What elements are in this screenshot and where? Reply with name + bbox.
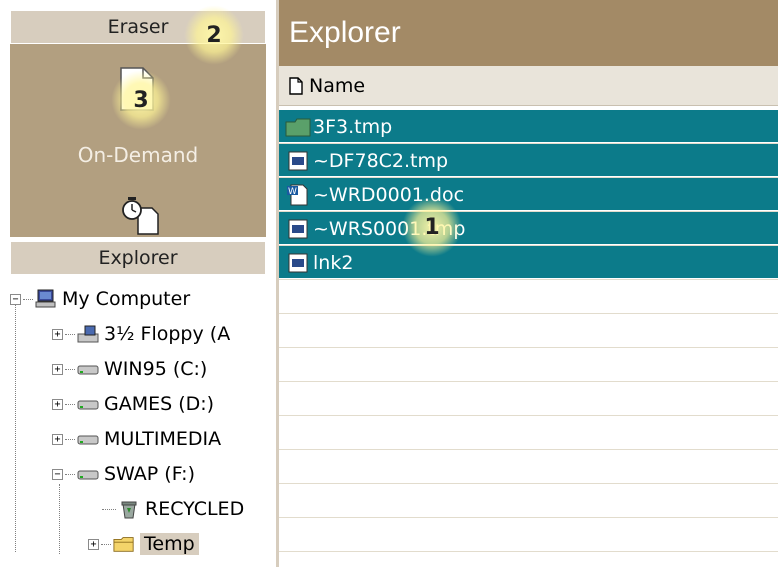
collapse-toggle[interactable]: − bbox=[10, 293, 21, 305]
expand-toggle[interactable]: + bbox=[52, 398, 63, 410]
empty-row bbox=[279, 382, 778, 416]
hard-drive-icon bbox=[77, 359, 99, 379]
callout-number: 1 bbox=[424, 214, 440, 240]
column-doc-icon bbox=[289, 76, 303, 95]
column-label: Name bbox=[309, 74, 366, 97]
file-icon bbox=[285, 149, 311, 173]
callout-number: 3 bbox=[133, 87, 149, 113]
scheduler-icon[interactable] bbox=[118, 194, 162, 241]
folder-icon bbox=[113, 534, 135, 554]
on-demand-label[interactable]: On-Demand bbox=[10, 143, 266, 167]
tree-item-multimedia[interactable]: + MULTIMEDIA bbox=[52, 424, 221, 454]
tree-item-floppy[interactable]: + 3½ Floppy (A bbox=[52, 319, 230, 349]
explorer-header-label: Explorer bbox=[98, 247, 178, 269]
file-row[interactable]: W ~WRD0001.doc bbox=[279, 178, 778, 212]
file-icon bbox=[285, 251, 311, 275]
file-row[interactable]: lnk2 bbox=[279, 246, 778, 280]
tree-label: 3½ Floppy (A bbox=[104, 323, 231, 345]
empty-row bbox=[279, 348, 778, 382]
name-column-header[interactable]: Name bbox=[279, 66, 778, 106]
callout-number: 2 bbox=[206, 22, 222, 48]
hard-drive-icon bbox=[77, 394, 99, 414]
panel-title: Explorer bbox=[279, 0, 778, 66]
expand-toggle[interactable]: + bbox=[52, 433, 63, 445]
tree-label: GAMES (D:) bbox=[104, 393, 215, 415]
file-row[interactable]: 3F3.tmp bbox=[279, 110, 778, 144]
file-row[interactable]: ~DF78C2.tmp bbox=[279, 144, 778, 178]
word-doc-icon: W bbox=[285, 183, 311, 207]
tree-label: My Computer bbox=[62, 288, 191, 310]
callout-badge: 1 bbox=[402, 197, 462, 257]
file-row[interactable]: ~WRS0001.tmp bbox=[279, 212, 778, 246]
expand-toggle[interactable]: + bbox=[52, 363, 63, 375]
empty-row bbox=[279, 314, 778, 348]
collapse-toggle[interactable]: − bbox=[52, 468, 63, 480]
callout-badge: 2 bbox=[184, 5, 244, 65]
empty-row bbox=[279, 280, 778, 314]
tree-item-temp[interactable]: + Temp bbox=[88, 529, 199, 559]
tree-label: WIN95 (C:) bbox=[104, 358, 208, 380]
tree-label: SWAP (F:) bbox=[104, 463, 195, 485]
expand-toggle[interactable]: + bbox=[88, 538, 99, 550]
tree-label: RECYCLED bbox=[145, 498, 245, 520]
tree-label: MULTIMEDIA bbox=[104, 428, 222, 450]
empty-row bbox=[279, 416, 778, 450]
file-name: ~DF78C2.tmp bbox=[313, 149, 449, 172]
folder-tree: − My Computer + 3½ Floppy (A + WIN95 (C:… bbox=[0, 282, 270, 567]
empty-row bbox=[279, 450, 778, 484]
file-name: lnk2 bbox=[313, 251, 354, 274]
computer-icon bbox=[35, 289, 57, 309]
folder-icon bbox=[285, 115, 311, 139]
tree-item-swap[interactable]: − SWAP (F:) bbox=[52, 459, 195, 489]
floppy-drive-icon bbox=[77, 324, 99, 344]
hard-drive-icon bbox=[77, 429, 99, 449]
empty-row bbox=[279, 518, 778, 552]
explorer-panel: Explorer Name 3F3.tmp ~DF78C2.tmp W ~WRD… bbox=[276, 0, 778, 567]
recycle-bin-icon bbox=[118, 499, 140, 519]
explorer-header[interactable]: Explorer bbox=[10, 241, 266, 275]
empty-row bbox=[279, 484, 778, 518]
tree-item-my-computer[interactable]: − My Computer bbox=[10, 284, 190, 314]
svg-text:W: W bbox=[288, 187, 297, 197]
file-icon bbox=[285, 217, 311, 241]
tree-item-recycled[interactable]: RECYCLED bbox=[100, 494, 244, 524]
tree-label: Temp bbox=[140, 533, 199, 555]
hard-drive-icon bbox=[77, 464, 99, 484]
callout-badge: 3 bbox=[111, 70, 171, 130]
file-name: 3F3.tmp bbox=[313, 115, 393, 138]
tree-item-win95[interactable]: + WIN95 (C:) bbox=[52, 354, 207, 384]
expand-toggle[interactable]: + bbox=[52, 328, 63, 340]
tree-item-games[interactable]: + GAMES (D:) bbox=[52, 389, 214, 419]
eraser-header-label: Eraser bbox=[107, 16, 169, 38]
